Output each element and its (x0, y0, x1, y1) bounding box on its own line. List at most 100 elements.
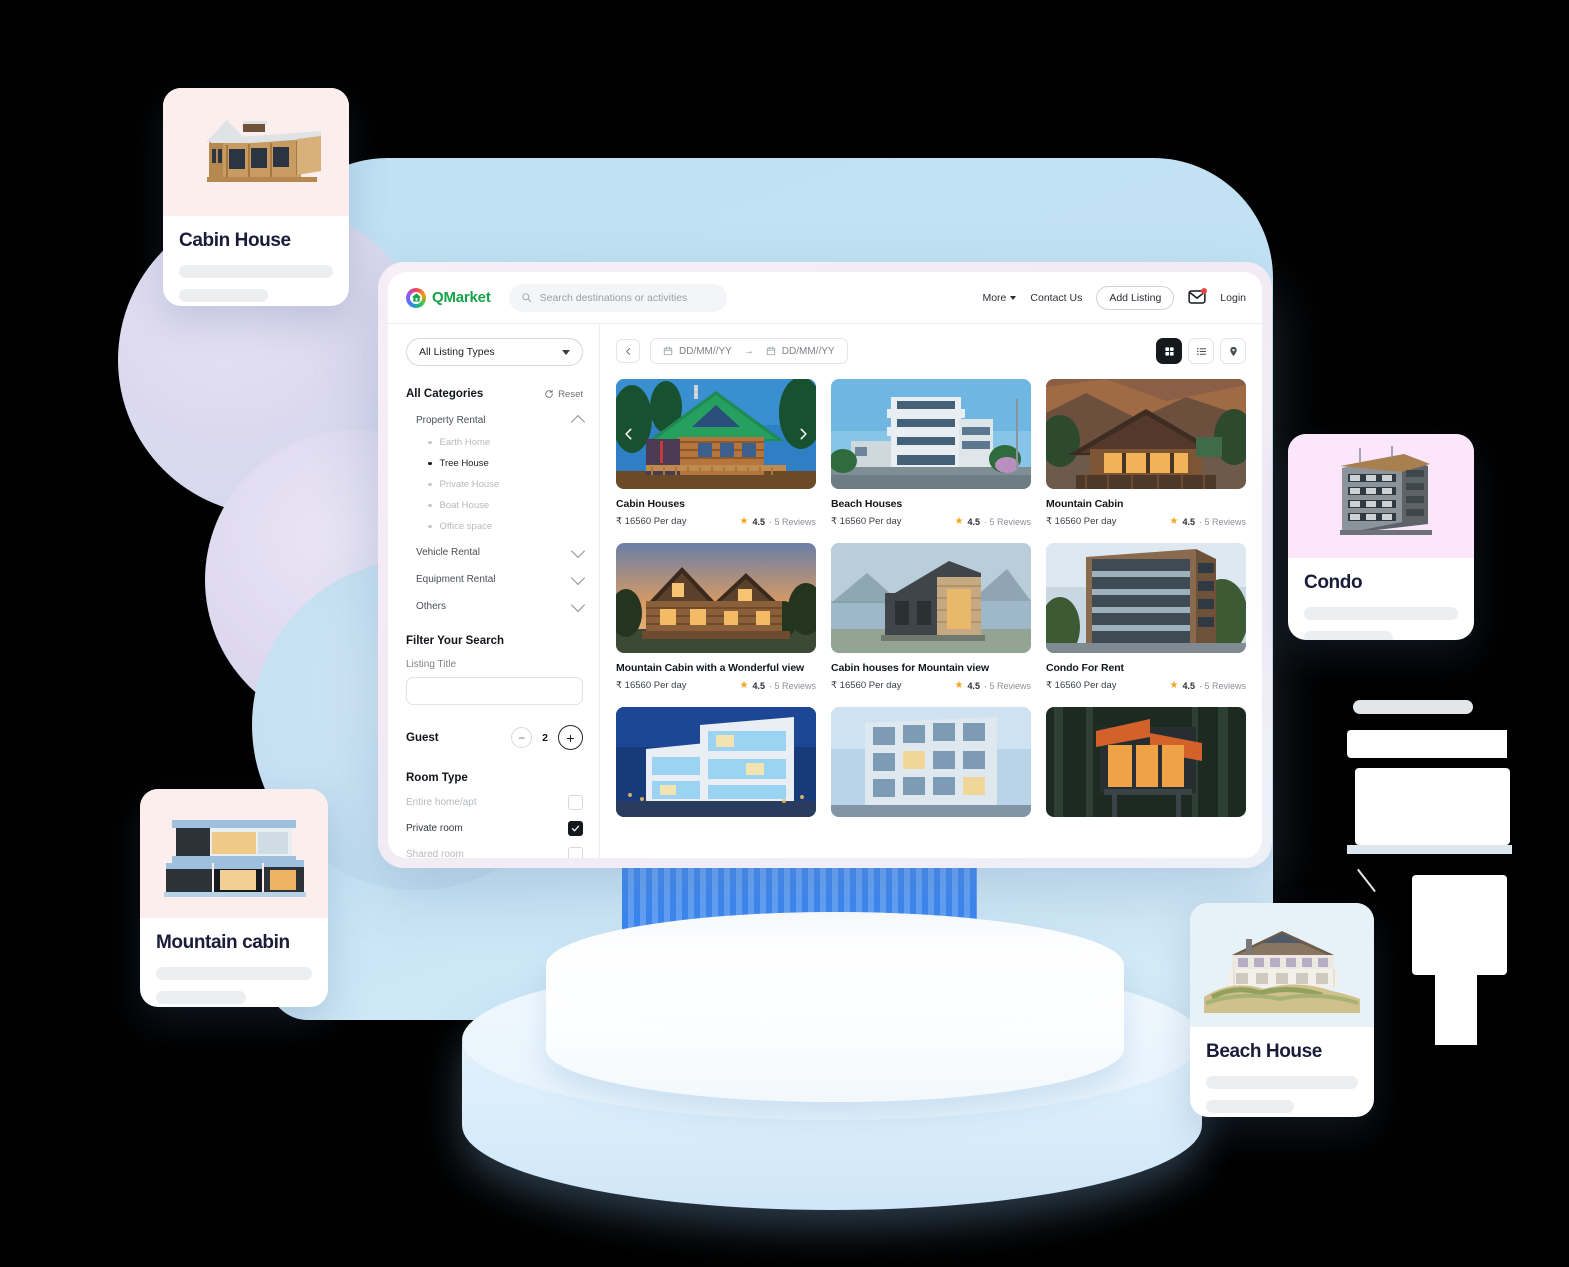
feature-card-image (163, 88, 349, 216)
listing-card[interactable]: Beach Houses ₹ 16560 Per day ★ 4.5 · 5 R… (831, 379, 1031, 527)
date-from[interactable]: DD/MM//YY (663, 346, 732, 357)
category-item-office-space[interactable]: Office space (428, 521, 583, 532)
monitor-frame: QMarket Search destinations or activitie… (378, 262, 1272, 868)
skeleton-line (179, 265, 333, 278)
search-icon (522, 293, 531, 303)
bullet-icon (428, 461, 432, 466)
checkbox[interactable] (568, 795, 583, 810)
guest-decrement-button[interactable]: − (511, 727, 533, 748)
list-view-button[interactable] (1188, 338, 1214, 364)
feature-card-cabin-house[interactable]: Cabin House (163, 88, 349, 306)
listing-thumbnail[interactable] (616, 707, 816, 817)
feature-card-beach-house[interactable]: Beach House (1190, 903, 1374, 1117)
category-item-private-house[interactable]: Private House (428, 479, 583, 490)
background-fragment-panel-a (1347, 730, 1507, 758)
checkbox-checked[interactable] (568, 821, 583, 836)
bullet-icon (428, 524, 432, 529)
categories-header: All Categories Reset (406, 388, 583, 400)
guest-stepper: Guest − 2 + (406, 725, 583, 750)
rating-value: 4.5 (1182, 680, 1195, 691)
login-button[interactable]: Login (1220, 292, 1246, 304)
listing-thumbnail[interactable] (1046, 543, 1246, 653)
listing-thumbnail[interactable] (1046, 707, 1246, 817)
feature-card-condo[interactable]: Condo (1288, 434, 1474, 640)
sidebar-group-property-rental[interactable]: Property Rental (406, 414, 586, 430)
feature-card-mountain-cabin[interactable]: Mountain cabin (140, 789, 328, 1007)
listing-thumbnail[interactable] (831, 707, 1031, 817)
collapse-sidebar-button[interactable] (616, 339, 640, 363)
guest-count: 2 (542, 731, 548, 744)
listing-title: Cabin houses for Mountain view (831, 662, 990, 674)
room-type-entire-home[interactable]: Entire home/apt (406, 795, 583, 810)
background-fragment-panel-d (1435, 960, 1477, 1045)
listing-type-select[interactable]: All Listing Types (406, 338, 583, 366)
star-icon: ★ (739, 515, 749, 527)
listing-card[interactable]: Mountain Cabin ₹ 16560 Per day ★ 4.5 · 5… (1046, 379, 1246, 527)
map-pin-icon (1229, 346, 1237, 356)
carousel-prev-button[interactable] (622, 427, 636, 441)
grid-icon (1164, 346, 1174, 356)
mail-icon[interactable] (1188, 287, 1208, 307)
room-type-label: Entire home/apt (406, 797, 477, 808)
listing-meta: ₹ 16560 Per day ★ 4.5 · 5 Reviews (1046, 680, 1246, 691)
date-to[interactable]: DD/MM//YY (766, 346, 835, 357)
background-fragment-bar (1353, 700, 1473, 714)
date-to-value: DD/MM//YY (781, 345, 835, 357)
group-label: Others (416, 601, 447, 612)
sidebar-group-others[interactable]: Others (406, 597, 586, 613)
chevron-down-icon (562, 349, 570, 355)
nav-more-label: More (982, 291, 1007, 304)
listing-title-input[interactable] (406, 677, 583, 705)
group-label: Equipment Rental (416, 574, 496, 585)
map-view-button[interactable] (1220, 338, 1246, 364)
listing-card[interactable] (831, 707, 1031, 817)
filter-sidebar: All Listing Types All Categories Reset P… (388, 324, 600, 858)
brand-logo[interactable]: QMarket (406, 287, 491, 308)
qmarket-logo-icon (406, 287, 426, 308)
nav-more-menu[interactable]: More (982, 291, 1017, 304)
category-item-earth-home[interactable]: Earth Home (428, 437, 583, 448)
sidebar-group-vehicle-rental[interactable]: Vehicle Rental (406, 543, 586, 559)
room-type-private-room[interactable]: Private room (406, 821, 583, 836)
listing-thumbnail[interactable] (1046, 379, 1246, 489)
listing-thumbnail[interactable] (831, 379, 1031, 489)
add-listing-button[interactable]: Add Listing (1096, 285, 1175, 310)
listing-card[interactable]: Cabin houses for Mountain view ₹ 16560 P… (831, 543, 1031, 691)
date-range-picker[interactable]: DD/MM//YY → DD/MM//YY (650, 338, 848, 364)
skeleton-line (1304, 607, 1458, 620)
search-input[interactable]: Search destinations or activities (508, 283, 727, 312)
skeleton-line (1206, 1100, 1295, 1113)
chevron-right-icon (800, 428, 807, 440)
room-type-label: Shared room (406, 849, 464, 858)
sidebar-group-equipment-rental[interactable]: Equipment Rental (406, 570, 586, 586)
nav-contact-us[interactable]: Contact Us (1030, 292, 1082, 304)
listing-card[interactable]: Condo For Rent ₹ 16560 Per day ★ 4.5 · 5… (1046, 543, 1246, 691)
category-item-tree-house[interactable]: Tree House (428, 458, 583, 469)
chevron-left-icon (625, 347, 630, 355)
carousel-next-button[interactable] (796, 427, 810, 441)
bullet-icon (428, 440, 432, 445)
category-label: Boat House (439, 500, 490, 511)
listing-thumbnail[interactable] (831, 543, 1031, 653)
listing-card[interactable] (616, 707, 816, 817)
review-count: · 5 Reviews (768, 680, 816, 691)
listing-thumbnail[interactable] (616, 379, 816, 489)
listing-rating: ★ 4.5 · 5 Reviews (1170, 680, 1247, 691)
guest-increment-button[interactable]: + (558, 725, 583, 750)
listing-price: ₹ 16560 Per day (1046, 680, 1117, 691)
listing-thumbnail[interactable] (616, 543, 816, 653)
refresh-icon (545, 389, 553, 398)
listing-card[interactable]: Mountain Cabin with a Wonderful view ₹ 1… (616, 543, 816, 691)
listing-card[interactable] (1046, 707, 1246, 817)
category-item-boat-house[interactable]: Boat House (428, 500, 583, 511)
grid-view-button[interactable] (1156, 338, 1182, 364)
rating-value: 4.5 (1182, 516, 1195, 527)
listing-card[interactable]: Cabin Houses ₹ 16560 Per day ★ 4.5 · 5 R… (616, 379, 816, 527)
room-type-title: Room Type (406, 772, 468, 784)
reset-button[interactable]: Reset (544, 389, 583, 400)
checkbox[interactable] (568, 847, 583, 858)
room-type-shared-room[interactable]: Shared room (406, 847, 583, 858)
group-label: Vehicle Rental (416, 547, 480, 558)
review-count: · 5 Reviews (1198, 680, 1246, 691)
listing-type-value: All Listing Types (419, 346, 495, 358)
